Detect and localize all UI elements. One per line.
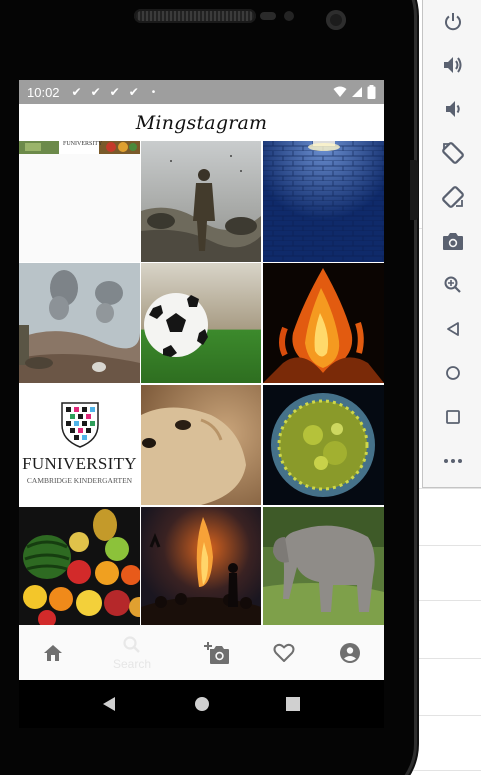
funiversity-subtitle: CAMBRIDGE KINDERGARTEN	[26, 476, 133, 485]
photo-soccer-ball	[141, 263, 261, 383]
photo-tile[interactable]	[263, 385, 384, 505]
emulator-zoom-button[interactable]	[423, 265, 481, 305]
rotate-right-icon	[441, 186, 464, 208]
battery-icon	[367, 85, 376, 99]
photo-tile[interactable]	[141, 507, 261, 625]
app-title: Mingstagram	[135, 111, 268, 134]
volume-up-icon	[443, 57, 461, 73]
photo-tile[interactable]	[19, 507, 140, 625]
photo-tile[interactable]: FUNIVERSITY CAMBRIDGE KINDERGARTEN	[19, 385, 140, 505]
more-icon	[443, 459, 462, 463]
nav-add-photo[interactable]	[199, 625, 235, 680]
account-icon	[340, 642, 360, 663]
recents-icon	[286, 697, 300, 711]
back-icon	[103, 697, 115, 711]
nav-favorites[interactable]	[264, 625, 304, 680]
bottom-navigation: Search	[19, 625, 384, 680]
photo-tile[interactable]	[19, 263, 140, 383]
heart-icon	[273, 643, 295, 662]
photo-partial-funiversity	[19, 141, 140, 262]
emulator-more-button[interactable]	[423, 441, 481, 481]
back-icon	[446, 322, 459, 336]
volume-down-icon	[445, 101, 460, 117]
notification-check-icon: ✔	[128, 85, 139, 99]
app-bar: Mingstagram	[19, 104, 384, 141]
cell-signal-icon	[352, 87, 362, 97]
nav-profile[interactable]	[330, 625, 370, 680]
nav-home[interactable]	[33, 625, 73, 680]
notification-check-icon: ✔	[109, 85, 120, 99]
photo-elephant	[263, 507, 384, 625]
android-recents-button[interactable]	[273, 680, 313, 728]
photo-virus-cell	[263, 385, 384, 505]
funiversity-title: FUNIVERSITY	[22, 454, 137, 473]
photo-soldier-battlefield	[141, 141, 261, 262]
wifi-icon	[333, 86, 347, 97]
home-icon	[44, 644, 62, 661]
power-icon	[444, 13, 461, 31]
photo-tile[interactable]	[141, 141, 261, 262]
emulator-power-button[interactable]	[423, 2, 481, 42]
front-camera	[326, 10, 346, 30]
photo-brick-wall-lamp	[263, 141, 384, 262]
photo-grid: FUNIVERSITY FUNIVERSITY CAMBRIDGE KINDER…	[19, 141, 384, 625]
emulator-overview-button[interactable]	[423, 397, 481, 437]
rotate-left-icon	[441, 142, 464, 164]
home-circle-icon	[195, 697, 209, 711]
notification-dot-icon: •	[151, 86, 156, 98]
phone-screen: 10:02 ✔ ✔ ✔ ✔ • Mingstagram FUNIVERSITY …	[19, 80, 384, 680]
emulator-volume-up-button[interactable]	[423, 45, 481, 85]
search-icon	[123, 635, 140, 653]
emulator-rotate-left-button[interactable]	[423, 133, 481, 173]
add-photo-icon	[204, 641, 229, 664]
android-back-button[interactable]	[89, 680, 129, 728]
photo-tile[interactable]: FUNIVERSITY	[19, 141, 140, 262]
phone-side-button[interactable]	[410, 160, 418, 220]
notification-check-icon: ✔	[90, 85, 101, 99]
notification-check-icon: ✔	[71, 85, 82, 99]
photo-bonfire	[263, 263, 384, 383]
emulator-home-button[interactable]	[423, 353, 481, 393]
emulator-volume-down-button[interactable]	[423, 89, 481, 129]
photo-tile[interactable]	[263, 507, 384, 625]
emulator-toolbar	[422, 0, 481, 488]
emulator-rotate-right-button[interactable]	[423, 177, 481, 217]
overview-icon	[445, 410, 460, 424]
nav-search[interactable]: Search	[107, 625, 157, 680]
photo-tile[interactable]	[141, 263, 261, 383]
camera-icon	[442, 233, 463, 250]
photo-tile[interactable]	[263, 263, 384, 383]
android-navigation-bar	[19, 680, 384, 728]
funiversity-shield-logo	[19, 385, 140, 505]
emulator-screenshot-button[interactable]	[423, 221, 481, 261]
tile-partial-text: FUNIVERSITY	[63, 141, 103, 147]
light-sensor	[284, 11, 294, 21]
status-time: 10:02	[27, 84, 60, 100]
speaker-grille	[134, 9, 256, 23]
status-bar: 10:02 ✔ ✔ ✔ ✔ •	[19, 80, 384, 104]
zoom-icon	[444, 276, 461, 293]
photo-tile[interactable]	[263, 141, 384, 262]
photo-meerkat	[141, 385, 261, 505]
emulator-back-button[interactable]	[423, 309, 481, 349]
nav-search-label: Search	[112, 656, 152, 671]
photo-tile[interactable]	[141, 385, 261, 505]
photo-smoke-rubble	[19, 263, 140, 383]
home-icon	[445, 366, 460, 380]
photo-fruit-pile	[19, 507, 140, 625]
proximity-sensor	[260, 12, 276, 20]
android-home-button[interactable]	[182, 680, 222, 728]
photo-campfire-night	[141, 507, 261, 625]
